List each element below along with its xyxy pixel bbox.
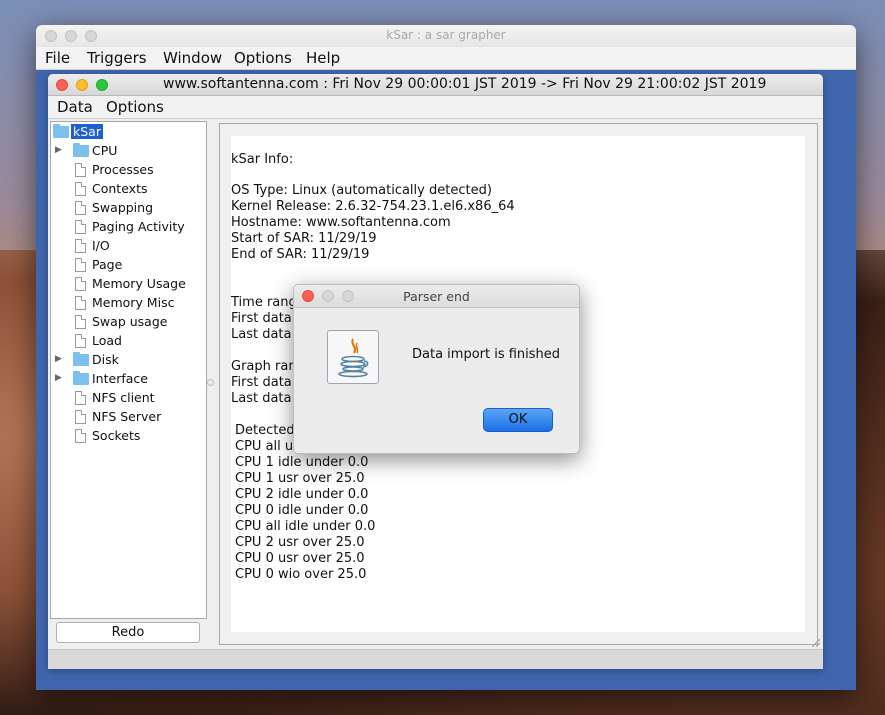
menu-triggers[interactable]: Triggers <box>87 49 147 67</box>
document-icon <box>75 315 86 329</box>
document-icon <box>75 334 86 348</box>
tree-item-label: I/O <box>92 238 110 253</box>
main-titlebar[interactable]: kSar : a sar grapher <box>36 25 856 48</box>
detected-header: Detected <box>235 423 295 438</box>
expand-arrow-icon[interactable]: ▶ <box>55 354 62 364</box>
menu-options[interactable]: Options <box>234 49 292 67</box>
resize-grip-icon[interactable] <box>810 637 820 647</box>
menu-help[interactable]: Help <box>306 49 340 67</box>
info-header: kSar Info: <box>231 152 294 167</box>
document-icon <box>75 239 86 253</box>
menu-bar: File Triggers Window Options Help <box>36 47 856 70</box>
expand-arrow-icon[interactable]: ▶ <box>55 373 62 383</box>
document-icon <box>75 296 86 310</box>
document-icon <box>75 182 86 196</box>
graph-range-line: First data <box>231 375 292 390</box>
detected-line: CPU 0 wio over 25.0 <box>235 567 367 582</box>
document-icon <box>75 429 86 443</box>
tree-item-label: Swapping <box>92 200 154 215</box>
tree-item-label: Paging Activity <box>92 219 185 234</box>
info-line: End of SAR: 11/29/19 <box>231 247 370 262</box>
dialog-titlebar[interactable]: Parser end <box>294 285 579 308</box>
document-titlebar[interactable]: www.softantenna.com : Fri Nov 29 00:00:0… <box>48 74 823 96</box>
detected-line: CPU all idle under 0.0 <box>235 519 376 534</box>
tree-item-label: Processes <box>92 162 154 177</box>
java-icon <box>327 330 379 384</box>
ok-button[interactable]: OK <box>483 408 553 432</box>
tree-item-label: Memory Usage <box>92 276 186 291</box>
tree-item-label: Memory Misc <box>92 295 175 310</box>
doc-close-button[interactable] <box>56 79 68 91</box>
menu-file[interactable]: File <box>45 49 70 67</box>
parser-end-dialog: Parser end Data import is finished OK <box>293 284 580 454</box>
dialog-message: Data import is finished <box>412 347 561 362</box>
folder-icon <box>73 143 89 157</box>
document-title: www.softantenna.com : Fri Nov 29 00:00:0… <box>163 76 767 92</box>
tree-item-label: Interface <box>92 371 148 386</box>
document-icon <box>75 258 86 272</box>
detected-line: CPU 1 idle under 0.0 <box>235 455 369 470</box>
info-line: Hostname: www.softantenna.com <box>231 215 451 230</box>
info-line: Kernel Release: 2.6.32-754.23.1.el6.x86_… <box>231 199 515 214</box>
menu-doc-options[interactable]: Options <box>106 98 164 116</box>
status-bar <box>48 649 823 669</box>
detected-line: CPU 0 idle under 0.0 <box>235 503 369 518</box>
tree-item-label: Load <box>92 333 122 348</box>
info-line: OS Type: Linux (automatically detected) <box>231 183 492 198</box>
window-title: kSar : a sar grapher <box>386 28 506 42</box>
doc-zoom-button[interactable] <box>96 79 108 91</box>
document-icon <box>75 410 86 424</box>
tree-item-label: CPU <box>92 143 118 158</box>
info-line: Start of SAR: 11/29/19 <box>231 231 377 246</box>
split-pane-divider[interactable] <box>207 379 214 386</box>
tree-item-label: NFS client <box>92 390 155 405</box>
document-menu-bar: Data Options <box>48 96 823 119</box>
document-icon <box>75 391 86 405</box>
doc-minimize-button[interactable] <box>76 79 88 91</box>
document-icon <box>75 163 86 177</box>
folder-icon <box>73 352 89 366</box>
folder-open-icon <box>53 124 69 138</box>
expand-arrow-icon[interactable]: ▶ <box>55 145 62 155</box>
document-icon <box>75 277 86 291</box>
document-icon <box>75 201 86 215</box>
detected-line: CPU 0 usr over 25.0 <box>235 551 365 566</box>
tree-item-label: Contexts <box>92 181 148 196</box>
tree-item-label: Page <box>92 257 123 272</box>
tree-item-label: NFS Server <box>92 409 162 424</box>
folder-icon <box>73 371 89 385</box>
tree-item-label: Swap usage <box>92 314 168 329</box>
redo-button[interactable]: Redo <box>56 622 200 643</box>
document-icon <box>75 220 86 234</box>
detected-line: CPU 2 usr over 25.0 <box>235 535 365 550</box>
time-range-line: Time rang <box>231 295 297 310</box>
tree-item-label: Sockets <box>92 428 141 443</box>
dialog-title: Parser end <box>403 289 470 304</box>
detected-line: CPU 1 usr over 25.0 <box>235 471 365 486</box>
menu-data[interactable]: Data <box>57 98 93 116</box>
time-range-line: First data <box>231 311 292 326</box>
tree-item-label: Disk <box>92 352 119 367</box>
tree-panel[interactable]: kSar ▶ CPU Processes Contexts Swapping Paging… <box>50 121 207 619</box>
menu-window[interactable]: Window <box>163 49 222 67</box>
detected-line: CPU 2 idle under 0.0 <box>235 487 369 502</box>
